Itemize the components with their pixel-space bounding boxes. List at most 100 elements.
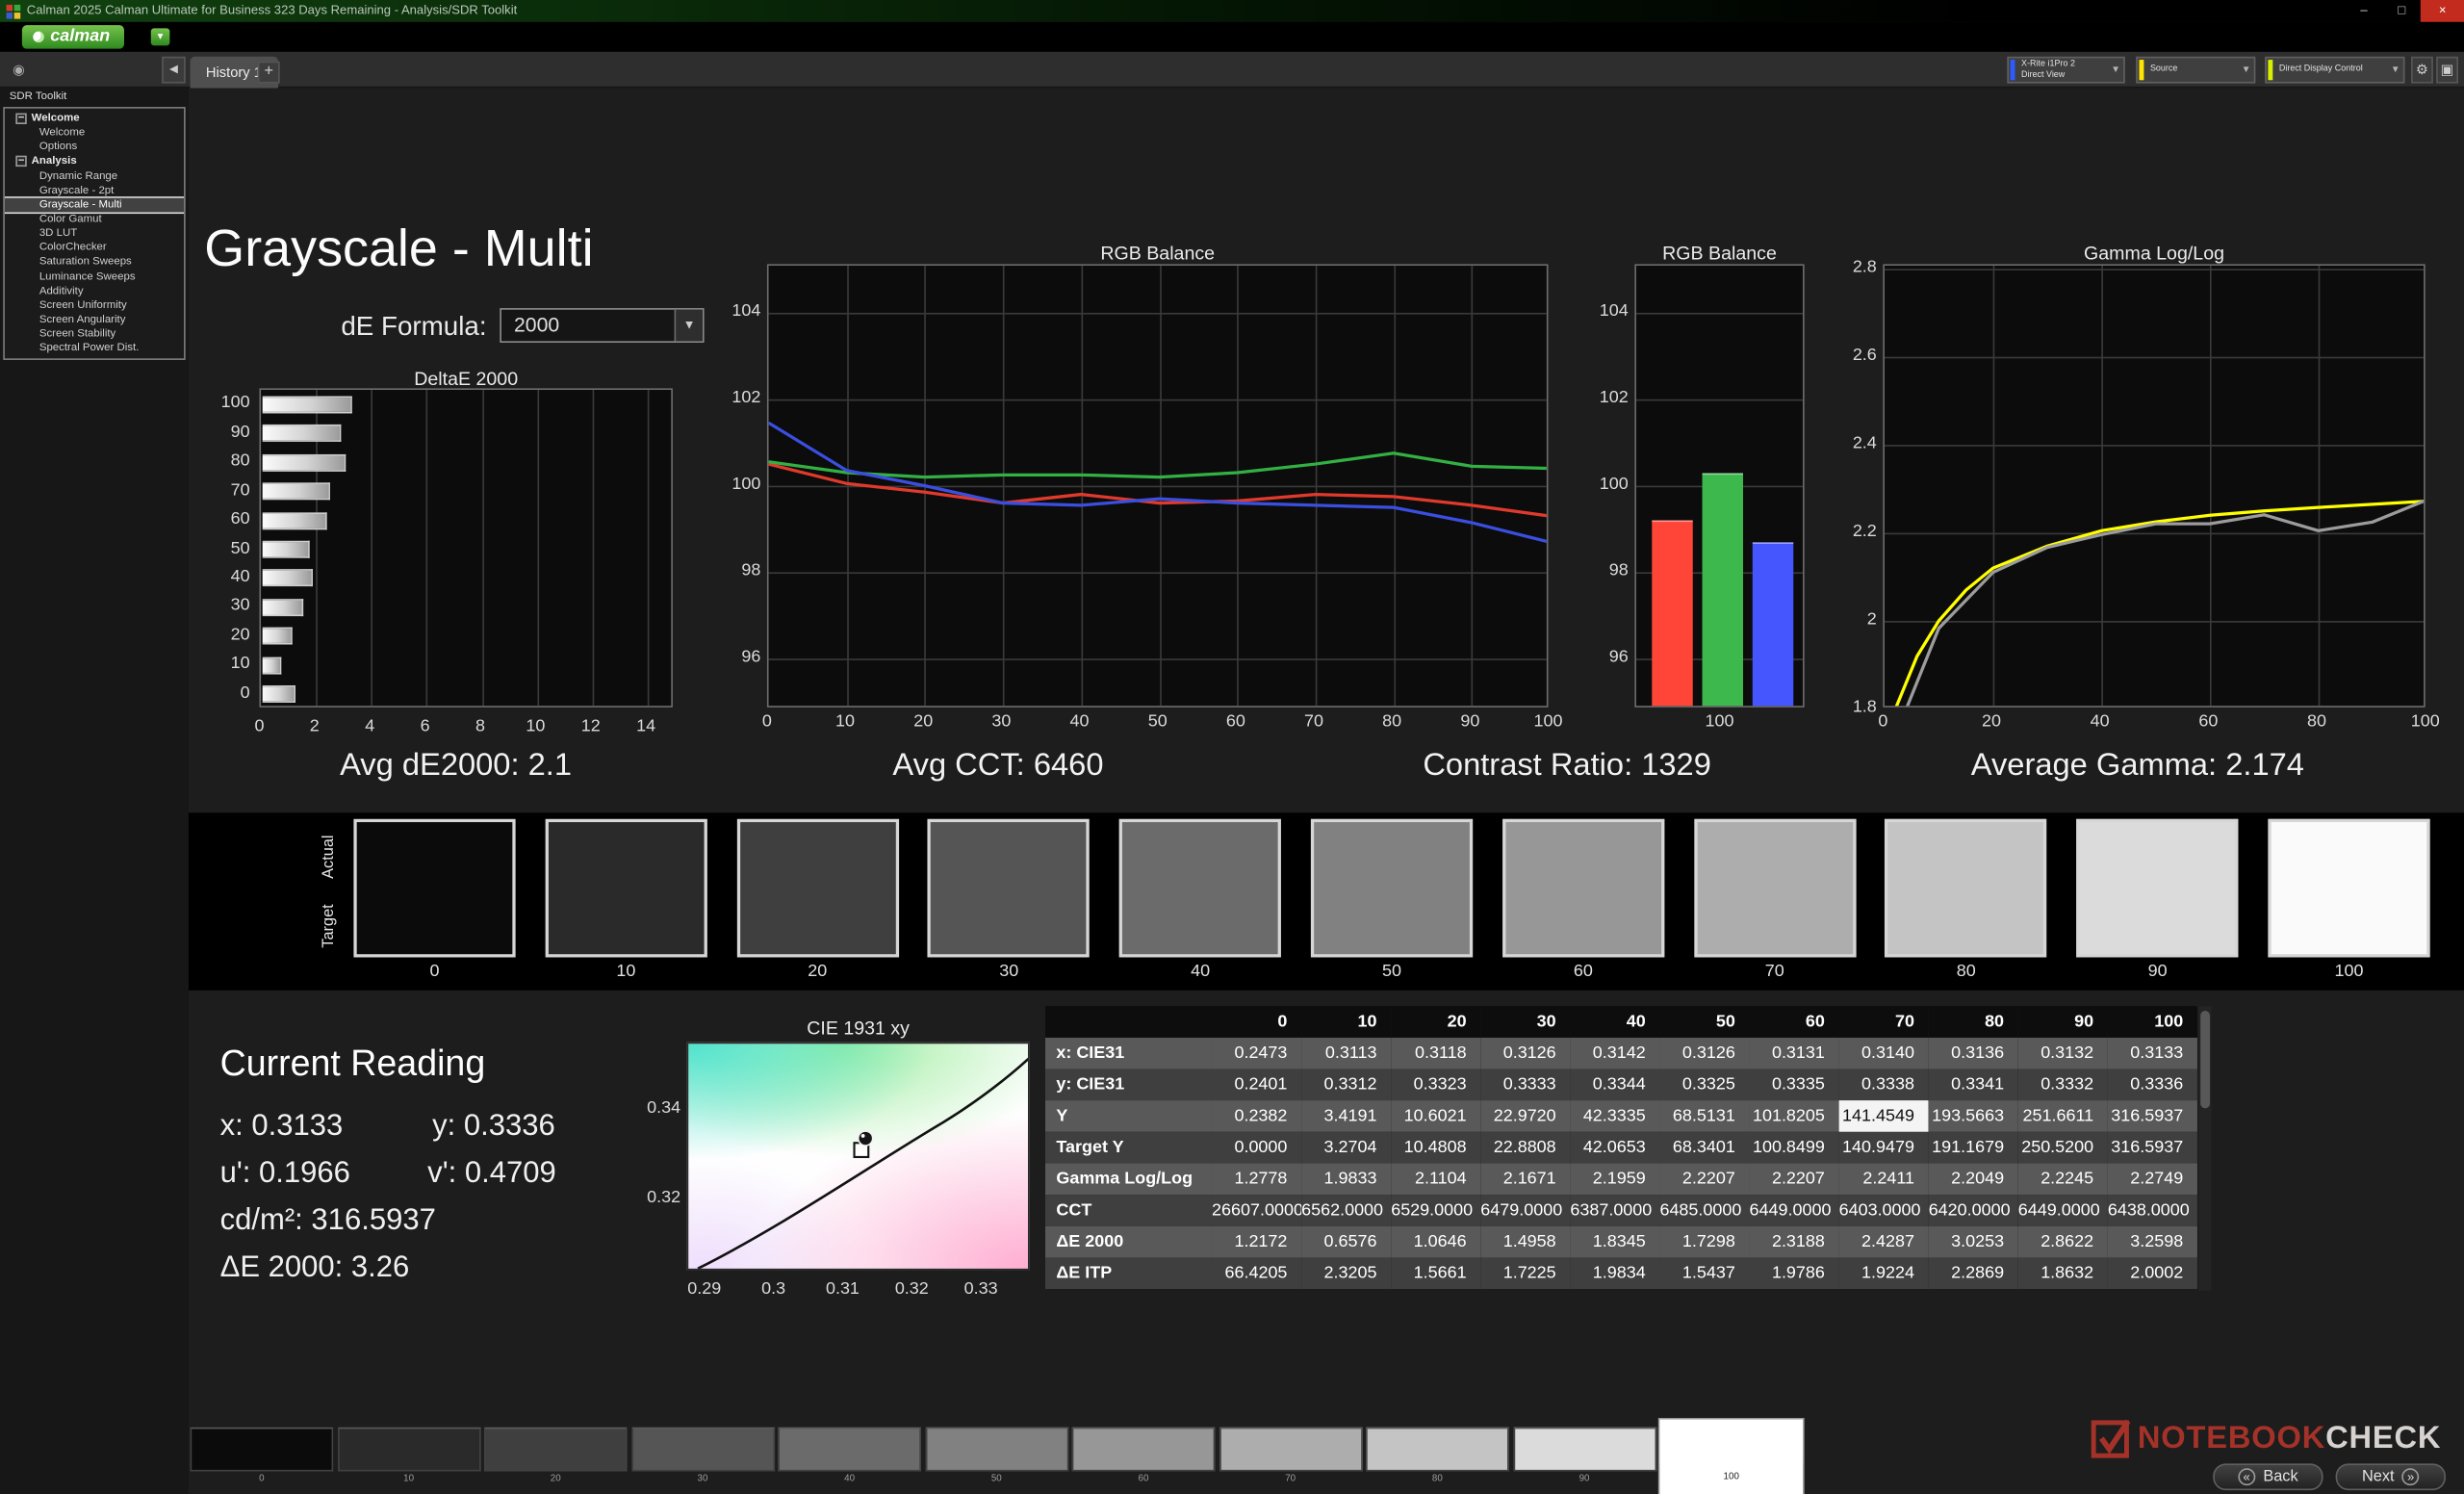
settings-gear-button[interactable]: ⚙ bbox=[2411, 56, 2433, 84]
display-control-label: Direct Display Control bbox=[2278, 64, 2363, 75]
y-tick-label: 98 bbox=[1608, 561, 1629, 580]
layout-button[interactable]: ▣ bbox=[2436, 56, 2459, 84]
table-cell: 2.1959 bbox=[1570, 1163, 1660, 1196]
y-tick-label: 2.2 bbox=[1852, 522, 1877, 541]
table-cell: 1.2778 bbox=[1212, 1163, 1302, 1196]
deltae-bar bbox=[262, 599, 304, 616]
chart-canvas bbox=[697, 1057, 1028, 1269]
table-cell: 2.3188 bbox=[1749, 1225, 1839, 1258]
table-row-label: ΔE ITP bbox=[1044, 1257, 1213, 1290]
collapse-expander-icon: − bbox=[15, 155, 27, 167]
sidebar-item-welcome[interactable]: Welcome bbox=[5, 126, 184, 141]
gridline bbox=[592, 389, 594, 707]
measure-patch-80[interactable]: 80 bbox=[1366, 1427, 1509, 1494]
table-cell: 0.2382 bbox=[1212, 1100, 1302, 1132]
app-icon bbox=[6, 4, 21, 19]
sidebar-item-label: Screen Angularity bbox=[38, 314, 126, 325]
next-button[interactable]: Next » bbox=[2335, 1463, 2446, 1491]
sidebar-item-color-gamut[interactable]: Color Gamut bbox=[5, 212, 184, 226]
measure-patch-20[interactable]: 20 bbox=[483, 1427, 628, 1494]
table-cell: 0.3126 bbox=[1480, 1037, 1571, 1069]
deltae-bar bbox=[262, 685, 296, 704]
table-cell: 0.3140 bbox=[1838, 1037, 1929, 1069]
patch-level-label: 70 bbox=[1285, 1474, 1296, 1484]
measure-patch-0[interactable]: 0 bbox=[190, 1427, 334, 1494]
grayscale-swatch-60 bbox=[1502, 818, 1665, 958]
swatch-level-label: 100 bbox=[2334, 962, 2364, 981]
calman-logo-icon bbox=[33, 31, 44, 43]
grayscale-swatch-80 bbox=[1885, 818, 2047, 958]
sidebar-item-screen-uniformity[interactable]: Screen Uniformity bbox=[5, 298, 184, 313]
close-button[interactable]: × bbox=[2420, 0, 2464, 22]
sidebar-item-grayscale-2pt[interactable]: Grayscale - 2pt bbox=[5, 184, 184, 198]
sidebar-item-options[interactable]: Options bbox=[5, 141, 184, 155]
de-formula-label: dE Formula: bbox=[341, 311, 487, 342]
measure-patch-90[interactable]: 90 bbox=[1512, 1427, 1656, 1494]
sidebar-item-additivity[interactable]: Additivity bbox=[5, 284, 184, 298]
window-controls: – □ × bbox=[2345, 0, 2464, 22]
table-scrollbar[interactable] bbox=[2198, 1006, 2212, 1291]
sidebar-item-colorchecker[interactable]: ColorChecker bbox=[5, 241, 184, 255]
sidebar-item-grayscale-multi[interactable]: Grayscale - Multi bbox=[4, 195, 185, 215]
add-tab-button[interactable]: + bbox=[257, 61, 280, 84]
swatch-level-label: 10 bbox=[616, 962, 636, 981]
sidebar: SDR Toolkit − Welcome Welcome Options − Analy… bbox=[0, 88, 189, 1494]
table-cell: 0.3142 bbox=[1570, 1037, 1660, 1069]
calman-logo-text: calman bbox=[50, 26, 111, 46]
x-tick-label: 100 bbox=[1533, 711, 1563, 732]
sidebar-item-3d-lut[interactable]: 3D LUT bbox=[5, 226, 184, 241]
measure-patch-30[interactable]: 30 bbox=[630, 1427, 775, 1494]
display-control-dropdown[interactable]: Direct Display Control ▼ bbox=[2265, 56, 2405, 84]
gamma-chart: Gamma Log/Log 2.8 2.6 2.4 2.2 2 1.8 0 20 40 60 80… bbox=[1823, 239, 2451, 758]
grayscale-swatch-40 bbox=[1119, 818, 1282, 958]
logo-menu-arrow-icon[interactable]: ▾ bbox=[150, 28, 170, 46]
gridline bbox=[1635, 399, 1804, 401]
page-title: Grayscale - Multi bbox=[204, 218, 594, 277]
sidebar-item-screen-stability[interactable]: Screen Stability bbox=[5, 327, 184, 342]
workspace-icon[interactable]: ◉ bbox=[10, 60, 29, 79]
measure-patch-50[interactable]: 50 bbox=[925, 1427, 1068, 1494]
de-formula-select[interactable]: 2000 ▼ bbox=[500, 308, 705, 343]
grayscale-swatch-10 bbox=[545, 818, 707, 958]
patch-level-label: 40 bbox=[844, 1474, 856, 1484]
table-cell: 0.3113 bbox=[1301, 1037, 1392, 1069]
table-cell: 68.3401 bbox=[1659, 1131, 1750, 1164]
collapse-panel-button[interactable]: ◀ bbox=[162, 56, 186, 84]
sidebar-item-spectral-power-dist-[interactable]: Spectral Power Dist. bbox=[5, 342, 184, 356]
table-col-header: 90 bbox=[2017, 1006, 2108, 1038]
swatch-level-label: 90 bbox=[2147, 962, 2168, 981]
maximize-button[interactable]: □ bbox=[2383, 0, 2421, 22]
source-dropdown[interactable]: Source ▼ bbox=[2136, 56, 2256, 84]
back-button[interactable]: « Back bbox=[2213, 1463, 2323, 1491]
rgb-bar-blue bbox=[1752, 542, 1794, 707]
table-row-label: ΔE 2000 bbox=[1044, 1225, 1213, 1258]
measure-patch-100[interactable]: 100 bbox=[1659, 1419, 1804, 1494]
sidebar-item-luminance-sweeps[interactable]: Luminance Sweeps bbox=[5, 270, 184, 284]
table-cell: 251.6611 bbox=[2017, 1100, 2108, 1132]
deltae-bar bbox=[262, 569, 314, 587]
y-tick-label: 0 bbox=[240, 683, 250, 703]
swatch-level-label: 40 bbox=[1191, 962, 1211, 981]
table-scrollbar-thumb[interactable] bbox=[2200, 1011, 2210, 1109]
meter-dropdown[interactable]: X-Rite i1Pro 2 Direct View ▼ bbox=[2007, 56, 2125, 84]
measure-patch-60[interactable]: 60 bbox=[1071, 1427, 1216, 1494]
measure-patch-40[interactable]: 40 bbox=[778, 1427, 921, 1494]
sidebar-item-analysis[interactable]: − Analysis bbox=[5, 155, 184, 169]
collapse-expander-icon: − bbox=[15, 113, 27, 124]
sidebar-item-dynamic-range[interactable]: Dynamic Range bbox=[5, 169, 184, 184]
deltae-bar bbox=[262, 540, 311, 558]
measure-patch-70[interactable]: 70 bbox=[1219, 1427, 1362, 1494]
table-cell: 42.3335 bbox=[1570, 1100, 1660, 1132]
measure-patch-10[interactable]: 10 bbox=[337, 1427, 480, 1494]
calman-logo[interactable]: calman bbox=[21, 25, 124, 49]
sidebar-item-welcome[interactable]: − Welcome bbox=[5, 112, 184, 126]
sidebar-item-saturation-sweeps[interactable]: Saturation Sweeps bbox=[5, 255, 184, 270]
sidebar-item-label: Color Gamut bbox=[38, 214, 102, 225]
table-cell: 0.3325 bbox=[1659, 1069, 1750, 1101]
stat-avg-gamma: Average Gamma: 2.174 bbox=[1970, 748, 2304, 784]
cie-ylabels: 0.34 0.32 bbox=[636, 1043, 683, 1271]
minimize-button[interactable]: – bbox=[2345, 0, 2382, 22]
sidebar-item-screen-angularity[interactable]: Screen Angularity bbox=[5, 313, 184, 327]
x-tick-label: 0 bbox=[1878, 711, 1888, 732]
y-tick-label: 104 bbox=[1599, 300, 1629, 321]
